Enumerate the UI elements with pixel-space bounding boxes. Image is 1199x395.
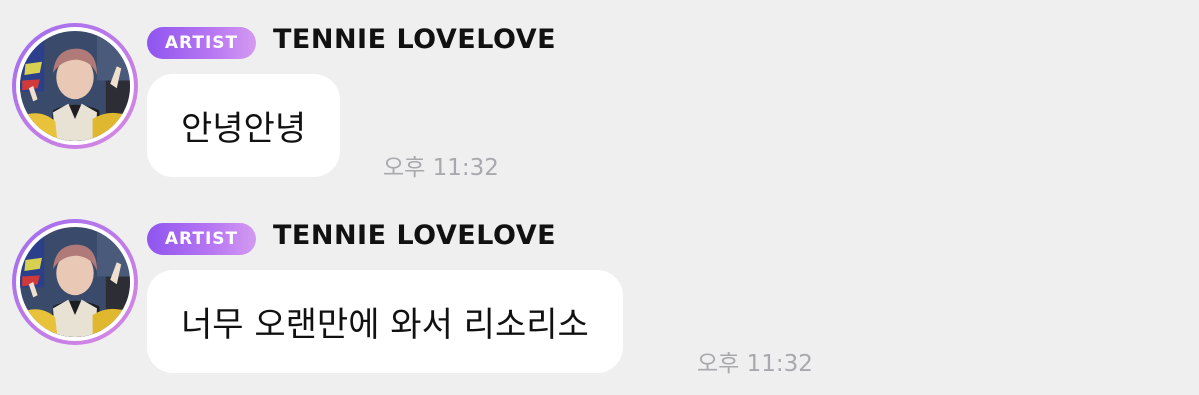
chat-message: ARTIST TENNIE LOVELOVE 안녕안녕 오후 11:32 [0,0,1199,196]
message-timestamp: 오후 11:32 [697,351,813,377]
message-timestamp: 오후 11:32 [383,155,499,181]
message-bubble[interactable]: 너무 오랜만에 와서 리소리소 [147,270,623,373]
chat-message: ARTIST TENNIE LOVELOVE 너무 오랜만에 와서 리소리소 오… [0,196,1199,392]
sender-name[interactable]: TENNIE LOVELOVE [273,220,556,251]
sender-name[interactable]: TENNIE LOVELOVE [273,24,556,55]
artist-badge: ARTIST [147,27,256,59]
message-bubble[interactable]: 안녕안녕 [147,74,341,177]
avatar[interactable] [12,219,138,345]
profile-photo [20,227,130,337]
artist-badge: ARTIST [147,223,256,255]
profile-photo [20,31,130,141]
avatar[interactable] [12,23,138,149]
